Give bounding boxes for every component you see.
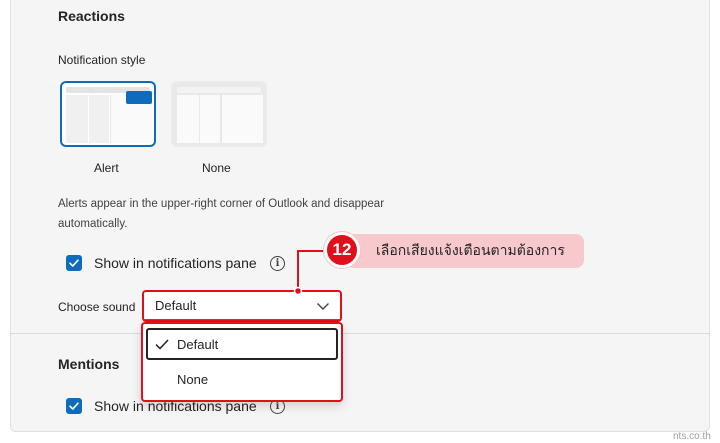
- style-option-none-label: None: [202, 161, 231, 175]
- chevron-down-icon: [317, 303, 329, 310]
- preview-pane: [177, 95, 199, 143]
- preview-pane: [200, 95, 220, 143]
- sound-option-none-label: None: [177, 372, 209, 387]
- info-icon[interactable]: i: [270, 256, 285, 271]
- dropdown-underline: [144, 319, 340, 320]
- choose-sound-label: Choose sound: [58, 300, 136, 314]
- annotation-callout: เลือกเสียงแจ้งเตือนตามต้องการ: [346, 234, 584, 268]
- watermark: nts.co.th: [673, 431, 711, 442]
- checkmark-icon: [69, 402, 79, 410]
- section-title-reactions: Reactions: [58, 8, 125, 24]
- checkmark-icon: [69, 259, 79, 267]
- section-divider: [10, 333, 710, 334]
- sound-dropdown-value: Default: [155, 298, 197, 313]
- style-option-alert[interactable]: [60, 81, 156, 147]
- style-description-line1: Alerts appear in the upper-right corner …: [58, 198, 385, 210]
- annotation-text: เลือกเสียงแจ้งเตือนตามต้องการ: [376, 242, 565, 258]
- show-in-pane-label: Show in notifications pane: [94, 255, 257, 271]
- annotation-step-badge: 12: [324, 232, 360, 268]
- show-in-pane-checkbox[interactable]: [66, 255, 82, 271]
- sound-option-none[interactable]: None: [146, 366, 338, 398]
- preview-topbar: [177, 87, 261, 93]
- style-option-alert-label: Alert: [94, 161, 119, 175]
- checkmark-icon: [155, 339, 169, 350]
- notification-style-label: Notification style: [58, 53, 146, 67]
- preview-alert-toast: [126, 91, 152, 104]
- sound-option-default[interactable]: Default: [146, 328, 338, 360]
- preview-pane: [221, 95, 263, 143]
- style-option-none[interactable]: [171, 81, 267, 147]
- section-title-mentions: Mentions: [58, 356, 120, 372]
- mentions-show-in-pane-checkbox[interactable]: [66, 398, 82, 414]
- style-description-line2: automatically.: [58, 218, 128, 230]
- preview-pane: [89, 95, 109, 143]
- preview-pane: [66, 95, 88, 143]
- sound-option-default-label: Default: [177, 337, 219, 352]
- sound-options-menu: Default None: [141, 322, 343, 402]
